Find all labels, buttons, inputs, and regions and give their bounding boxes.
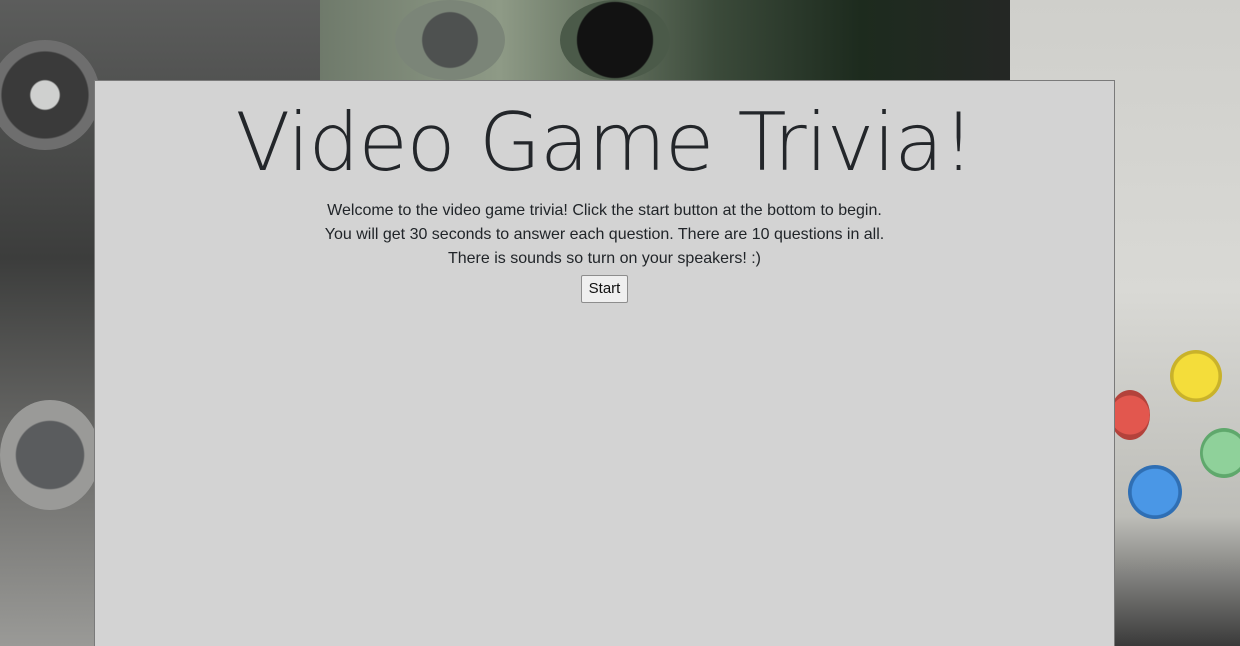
intro-line: There is sounds so turn on your speakers…	[447, 250, 762, 267]
background-button-blue-icon	[1128, 465, 1182, 519]
trivia-panel: Video Game Trivia! Welcome to the video …	[94, 80, 1115, 646]
background-button-yellow-icon	[1170, 350, 1222, 402]
background-dpad-port-icon	[395, 0, 505, 80]
page-title: Video Game Trivia!	[235, 96, 974, 189]
start-button[interactable]: Start	[580, 275, 629, 303]
intro-line: You will get 30 seconds to answer each q…	[324, 226, 885, 243]
background-analog-stick-icon	[0, 400, 100, 510]
background-dpad-port-icon	[560, 0, 670, 80]
intro-text: Welcome to the video game trivia! Click …	[95, 199, 1114, 271]
background-button-red-icon	[1110, 390, 1150, 440]
background-button-green-icon	[1200, 428, 1240, 478]
intro-line: Welcome to the video game trivia! Click …	[327, 202, 882, 219]
